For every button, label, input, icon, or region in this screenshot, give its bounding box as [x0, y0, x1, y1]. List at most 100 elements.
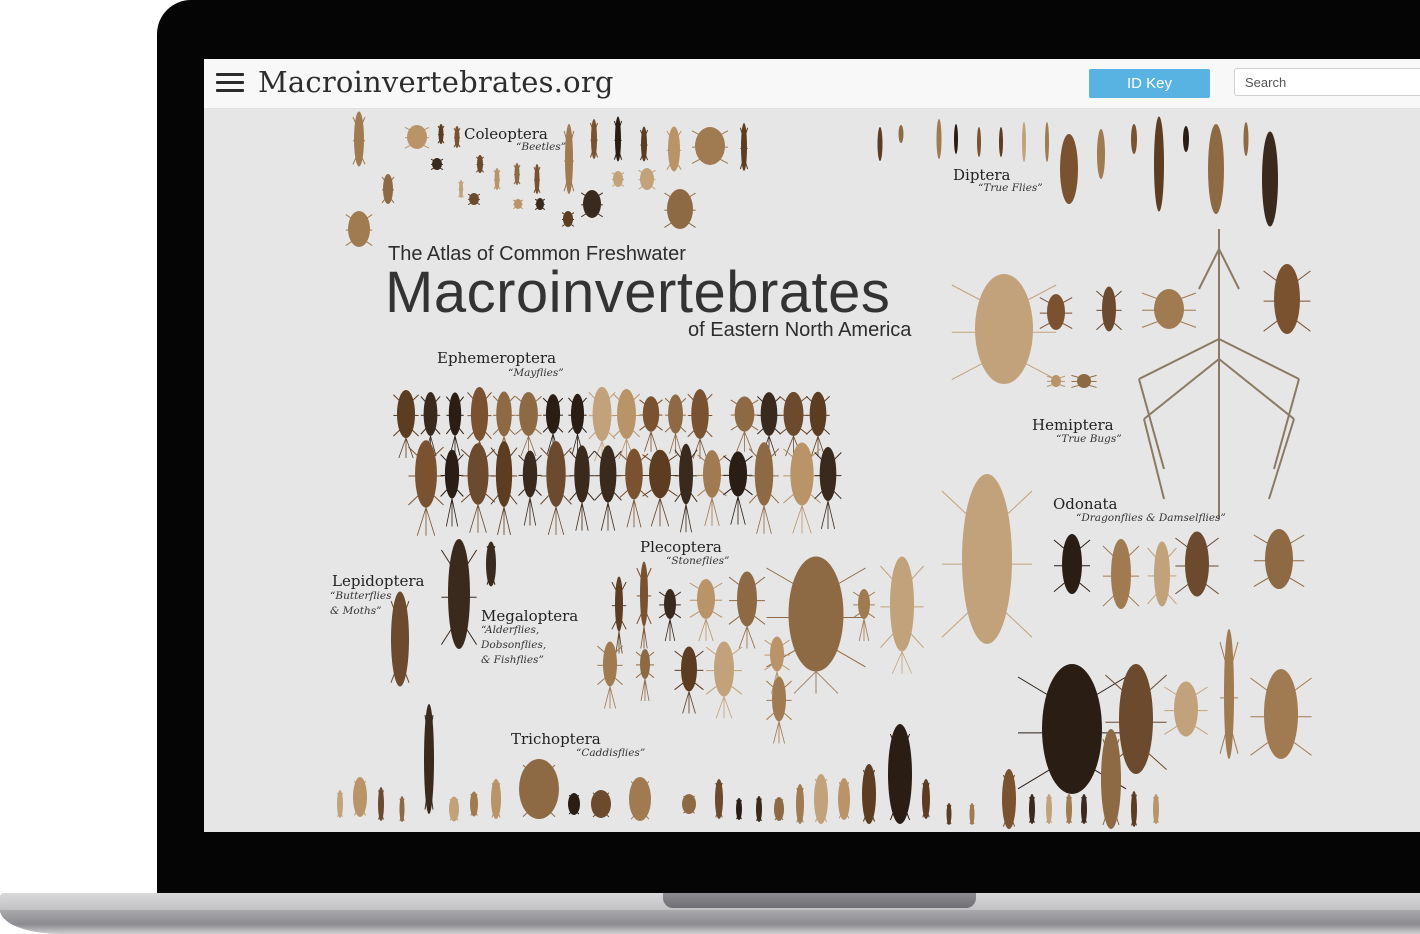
- specimen: [470, 791, 478, 817]
- order-lepidoptera[interactable]: Lepidoptera: [332, 572, 425, 590]
- specimen: [512, 199, 524, 210]
- specimen: [493, 168, 501, 190]
- specimen: [589, 119, 599, 159]
- specimen: [1066, 794, 1072, 824]
- site-title[interactable]: Macroinvertebrates.org: [258, 65, 614, 99]
- specimen: [682, 794, 696, 814]
- specimen: [1045, 122, 1049, 162]
- specimen: [408, 440, 444, 536]
- specimen: [852, 589, 876, 642]
- specimen: [1175, 531, 1219, 597]
- specimen: [430, 158, 444, 170]
- specimen: [941, 474, 1033, 644]
- specimen: [766, 676, 792, 744]
- specimen: [838, 778, 850, 820]
- specimen: [783, 442, 821, 534]
- specimen: [1097, 129, 1105, 179]
- specimen: [756, 796, 762, 822]
- top-nav: Macroinvertebrates.org ID Key: [204, 59, 1420, 109]
- hamburger-menu-icon[interactable]: [216, 73, 244, 95]
- specimen: [969, 803, 975, 825]
- specimen: [515, 391, 542, 457]
- specimen: [877, 127, 883, 161]
- specimen: [888, 724, 912, 824]
- specimen: [629, 777, 651, 821]
- specimen: [880, 556, 924, 674]
- specimen: [715, 779, 723, 819]
- specimen: [723, 451, 753, 525]
- specimen: [658, 589, 682, 642]
- specimen: [664, 394, 687, 454]
- common-lepidoptera: “Butterflies & Moths”: [330, 590, 392, 617]
- specimen: [594, 445, 622, 531]
- laptop-notch: [663, 893, 976, 908]
- specimen: [453, 126, 461, 148]
- specimen: [352, 111, 366, 167]
- specimen: [519, 759, 559, 819]
- specimen: [977, 127, 981, 157]
- common-plecoptera: “Stoneflies”: [666, 555, 730, 567]
- specimen: [736, 798, 742, 820]
- specimen: [1046, 375, 1066, 387]
- specimen: [378, 787, 384, 821]
- specimen: [345, 211, 373, 247]
- laptop-base-edge: [0, 910, 1420, 934]
- specimen: [613, 116, 623, 162]
- specimen: [1164, 681, 1208, 737]
- specimen: [1250, 669, 1312, 759]
- specimen: [1253, 529, 1305, 589]
- specimen: [687, 389, 713, 460]
- specimen: [533, 164, 541, 194]
- specimen: [568, 793, 580, 815]
- atlas-poster[interactable]: The Atlas of Common Freshwater Macroinve…: [204, 109, 1420, 832]
- specimen: [460, 443, 496, 533]
- specimen: [569, 445, 595, 531]
- atlas-title: Macroinvertebrates: [385, 260, 891, 325]
- specimen: [1219, 629, 1239, 759]
- specimen: [814, 774, 828, 824]
- common-diptera: “True Flies”: [978, 182, 1043, 194]
- specimen-illustrations: [337, 111, 1312, 829]
- specimen: [951, 274, 1057, 384]
- specimen: [774, 797, 784, 821]
- specimen: [437, 124, 445, 144]
- specimen: [458, 180, 464, 198]
- specimen: [730, 396, 759, 452]
- browser-screen: Macroinvertebrates.org ID Key The Atlas …: [204, 59, 1420, 832]
- specimen: [381, 174, 395, 204]
- specimen: [1039, 294, 1073, 330]
- specimen: [1153, 794, 1159, 824]
- specimen: [805, 391, 831, 457]
- order-ephemeroptera[interactable]: Ephemeroptera: [437, 349, 556, 367]
- specimen: [1071, 374, 1097, 388]
- specimen: [862, 764, 876, 824]
- specimen: [1131, 124, 1137, 154]
- specimen: [898, 125, 904, 143]
- specimen: [445, 392, 465, 456]
- specimen: [399, 796, 405, 822]
- specimen: [922, 779, 930, 819]
- specimen: [390, 591, 410, 687]
- specimen: [691, 127, 729, 165]
- specimen: [612, 389, 641, 460]
- specimen: [563, 124, 575, 194]
- specimen: [1141, 289, 1197, 329]
- specimen: [1053, 534, 1091, 594]
- id-key-button[interactable]: ID Key: [1089, 69, 1210, 98]
- specimen: [440, 449, 464, 527]
- specimen: [697, 450, 727, 526]
- specimen: [728, 571, 766, 649]
- common-ephemeroptera: “Mayflies”: [508, 367, 564, 379]
- specimen: [766, 556, 866, 694]
- specimen: [449, 796, 459, 822]
- search-input[interactable]: [1234, 68, 1420, 96]
- specimen: [638, 168, 656, 190]
- specimen: [639, 126, 649, 162]
- specimen: [611, 171, 625, 187]
- specimen: [486, 541, 496, 587]
- specimen: [689, 579, 723, 642]
- specimen: [739, 123, 749, 171]
- specimen: [1243, 122, 1249, 156]
- specimen: [1208, 124, 1224, 214]
- specimen: [1131, 791, 1137, 827]
